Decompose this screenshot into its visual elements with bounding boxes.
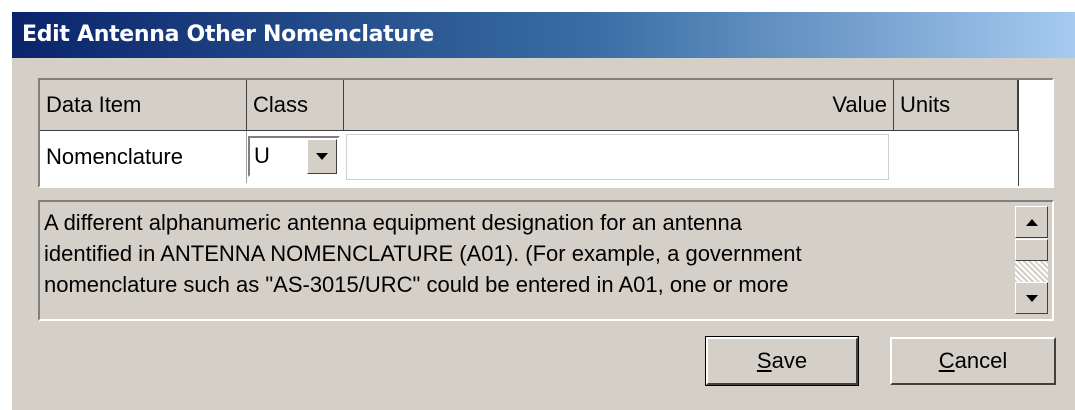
arrow-up-icon xyxy=(1025,218,1038,226)
data-grid: Data Item Class Value Units Nomenclature… xyxy=(38,78,1054,188)
scroll-track[interactable] xyxy=(1015,261,1048,282)
description-text: A different alphanumeric antenna equipme… xyxy=(44,207,1004,300)
description-line: nomenclature such as "AS-3015/URC" could… xyxy=(44,272,789,297)
row-units xyxy=(894,131,1018,183)
edit-dialog: Edit Antenna Other Nomenclature Data Ite… xyxy=(11,11,1075,410)
scroll-up-button[interactable] xyxy=(1015,206,1048,238)
class-combobox[interactable]: U xyxy=(248,136,340,177)
save-label-rest: ave xyxy=(771,348,808,373)
class-selected-value: U xyxy=(254,143,270,168)
arrow-down-icon xyxy=(1025,294,1038,302)
chevron-down-icon xyxy=(316,153,328,160)
cancel-label-rest: ancel xyxy=(954,348,1008,373)
value-input[interactable] xyxy=(346,134,889,180)
description-line: A different alphanumeric antenna equipme… xyxy=(44,210,742,235)
header-value: Value xyxy=(344,80,894,131)
description-scrollbar[interactable] xyxy=(1015,206,1048,314)
grid-scroll-area xyxy=(1018,80,1052,186)
save-button[interactable]: Save xyxy=(705,336,859,386)
scroll-down-button[interactable] xyxy=(1015,282,1048,314)
header-class: Class xyxy=(247,80,344,131)
cancel-button[interactable]: Cancel xyxy=(890,337,1056,385)
cancel-mnemonic: C xyxy=(938,348,955,373)
window-title: Edit Antenna Other Nomenclature xyxy=(22,22,434,47)
header-units: Units xyxy=(894,80,1018,131)
row-data-item: Nomenclature xyxy=(40,131,247,183)
description-box[interactable]: A different alphanumeric antenna equipme… xyxy=(38,200,1054,321)
class-dropdown-button[interactable] xyxy=(307,139,337,174)
description-line: identified in ANTENNA NOMENCLATURE (A01)… xyxy=(44,241,802,266)
save-mnemonic: S xyxy=(756,348,772,373)
header-data-item: Data Item xyxy=(40,80,247,131)
title-bar: Edit Antenna Other Nomenclature xyxy=(12,12,1075,58)
scroll-thumb[interactable] xyxy=(1015,239,1048,261)
